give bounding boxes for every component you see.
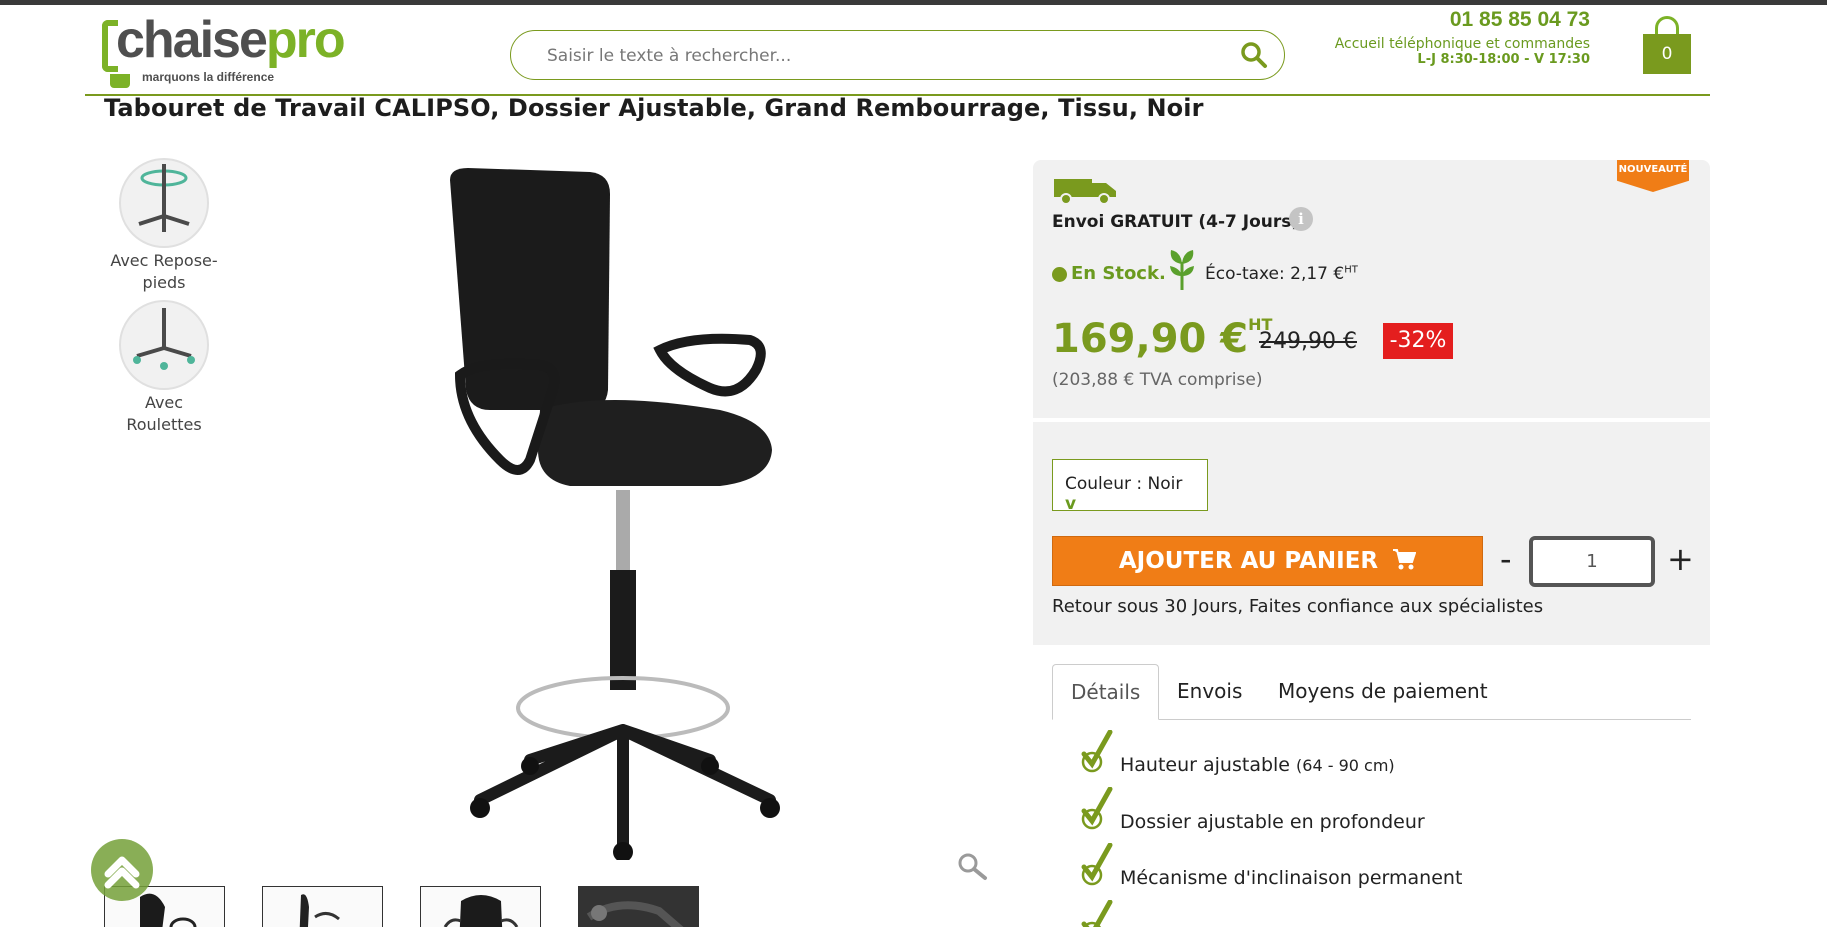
product-tabs: Détails Envois Moyens de paiement bbox=[1052, 664, 1691, 720]
return-policy: Retour sous 30 Jours, Faites confiance a… bbox=[1052, 596, 1544, 617]
feature-text: Hauteur ajustable bbox=[1120, 754, 1297, 776]
stock-dot bbox=[1052, 267, 1067, 282]
price: 169,90 €HT bbox=[1052, 315, 1272, 362]
tab-payment[interactable]: Moyens de paiement bbox=[1260, 664, 1506, 720]
add-to-cart-label: AJOUTER AU PANIER bbox=[1118, 548, 1379, 574]
price-incl-tax: (203,88 € TVA comprise) bbox=[1052, 370, 1263, 390]
thumbnail-3[interactable] bbox=[420, 886, 541, 927]
check-icon bbox=[1081, 730, 1113, 773]
logo-base bbox=[110, 74, 130, 88]
info-icon[interactable]: i bbox=[1289, 207, 1313, 231]
add-to-cart-button[interactable]: AJOUTER AU PANIER bbox=[1052, 536, 1483, 586]
option-footrest-label: Avec Repose-pieds bbox=[110, 251, 218, 292]
cart-button[interactable]: 0 bbox=[1643, 16, 1691, 74]
cart-count: 0 bbox=[1643, 34, 1691, 74]
old-price: 249,90 € bbox=[1259, 329, 1357, 354]
chevron-down-icon: v bbox=[1065, 494, 1077, 514]
shipping-text: Envoi GRATUIT (4-7 Jours) bbox=[1052, 212, 1300, 232]
thumbnail-3-image bbox=[443, 895, 519, 927]
quantity-decrease-button[interactable]: - bbox=[1500, 540, 1512, 578]
product-image[interactable] bbox=[420, 160, 820, 860]
wheels-icon bbox=[119, 300, 209, 390]
option-wheels-label: Avec Roulettes bbox=[126, 393, 202, 434]
search-input[interactable] bbox=[547, 43, 1207, 69]
check-icon bbox=[1081, 787, 1113, 830]
scroll-to-top-button[interactable] bbox=[91, 839, 153, 901]
search-icon[interactable] bbox=[1240, 41, 1268, 69]
logo-text-b: pro bbox=[265, 11, 346, 69]
truck-icon bbox=[1054, 179, 1116, 205]
option-footrest[interactable]: Avec Repose-pieds bbox=[108, 158, 220, 294]
option-wheels[interactable]: Avec Roulettes bbox=[108, 300, 220, 436]
thumbnail-2[interactable] bbox=[262, 886, 383, 927]
hours-line2: L-J 8:30-18:00 - V 17:30 bbox=[1417, 52, 1590, 67]
product-title: Tabouret de Travail CALIPSO, Dossier Aju… bbox=[104, 94, 1204, 122]
quantity-increase-button[interactable]: + bbox=[1667, 540, 1694, 578]
top-bar bbox=[0, 0, 1827, 5]
quantity-input[interactable] bbox=[1529, 536, 1655, 587]
zoom-icon[interactable] bbox=[957, 852, 989, 882]
logo-wordmark: chaisepro bbox=[116, 11, 346, 69]
tab-shipping[interactable]: Envois bbox=[1159, 664, 1260, 720]
eco-tax-text: Éco-taxe: 2,17 € bbox=[1205, 264, 1345, 284]
eco-tax: Éco-taxe: 2,17 €HT bbox=[1205, 264, 1358, 284]
thumbnail-4[interactable] bbox=[578, 886, 699, 927]
feature-text: Dossier ajustable en profondeur bbox=[1120, 811, 1425, 833]
check-icon bbox=[1081, 843, 1113, 886]
tab-details[interactable]: Détails bbox=[1052, 664, 1160, 720]
leaf-icon bbox=[1170, 250, 1194, 290]
feature-detail: (64 - 90 cm) bbox=[1296, 756, 1395, 775]
thumbnail-4-image bbox=[579, 887, 698, 927]
thumbnail-2-image bbox=[299, 894, 340, 927]
phone-number[interactable]: 01 85 85 04 73 bbox=[1335, 8, 1590, 32]
price-value: 169,90 € bbox=[1052, 316, 1249, 362]
contact-info: 01 85 85 04 73 Accueil téléphonique et c… bbox=[1335, 8, 1590, 67]
logo-text-a: chaise bbox=[116, 11, 268, 69]
color-select-label: Couleur : Noir bbox=[1065, 474, 1183, 494]
discount-badge: -32% bbox=[1383, 323, 1453, 359]
check-icon bbox=[1081, 900, 1113, 927]
cart-small-icon bbox=[1393, 549, 1417, 570]
color-select[interactable]: Couleur : Noir v bbox=[1052, 459, 1208, 514]
hours-line1: Accueil téléphonique et commandes bbox=[1334, 36, 1590, 52]
site-logo[interactable]: chaisepro marquons la différence bbox=[102, 10, 362, 90]
eco-tax-sup: HT bbox=[1344, 264, 1358, 276]
logo-tagline: marquons la différence bbox=[142, 70, 275, 84]
stock-status: En Stock. bbox=[1071, 263, 1166, 284]
feature-text: Mécanisme d'inclinaison permanent bbox=[1120, 867, 1463, 889]
search-bar bbox=[510, 30, 1285, 80]
chevron-up-icon bbox=[104, 856, 140, 889]
footrest-icon bbox=[119, 158, 209, 248]
